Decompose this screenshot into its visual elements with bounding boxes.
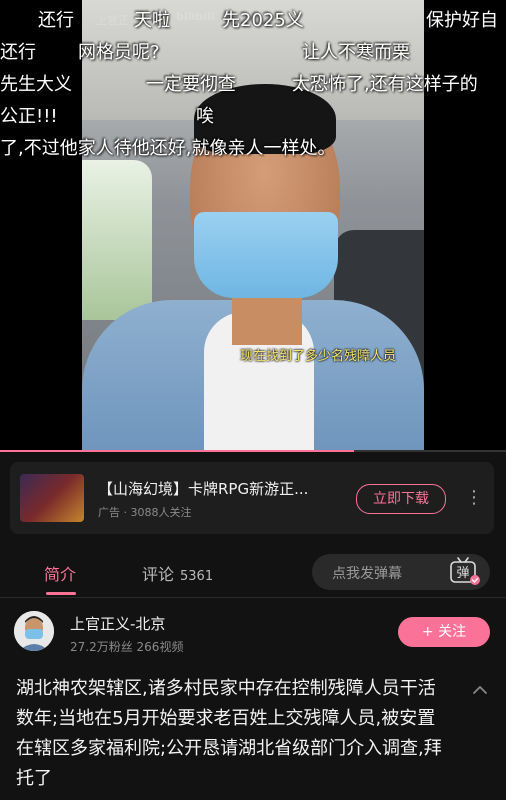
ad-download-button[interactable]: 立即下载 — [356, 484, 446, 514]
video-progress-fill — [0, 450, 355, 452]
follow-button[interactable]: + 关注 — [398, 617, 490, 647]
danmaku-comment: 先生大义 — [0, 74, 72, 95]
tab-comments-label: 评论 — [142, 565, 175, 584]
danmaku-comment: 先2025义 — [222, 10, 304, 31]
ad-thumbnail — [20, 474, 84, 522]
danmaku-comment: 还行 — [38, 10, 74, 31]
section-divider — [0, 597, 506, 598]
danmaku-toggle-icon[interactable]: 弹 — [448, 556, 480, 586]
danmaku-comment: 让人不寒而栗 — [302, 42, 410, 63]
video-frame: 现在找到了多少名残障人员 — [82, 0, 424, 452]
video-description: 湖北神农架辖区,诸多村民家中存在控制残障人员干活数年;当地在5月开始要求老百姓上… — [16, 678, 442, 789]
danmaku-comment: 网格员呢? — [78, 42, 160, 63]
danmaku-comment: 唉 — [196, 106, 214, 127]
ad-title[interactable]: 【山海幻境】卡牌RPG新游正... — [98, 478, 308, 499]
danmaku-comment: 公正!!! — [0, 106, 58, 127]
danmaku-comment: 天啦 — [134, 10, 170, 31]
watermark-user: 上官正 — [96, 14, 129, 27]
tab-intro[interactable]: 简介 — [44, 561, 76, 585]
uploader-name[interactable]: 上官正义-北京 — [70, 613, 165, 634]
video-subtitle: 现在找到了多少名残障人员 — [240, 349, 397, 364]
danmaku-comment: 了,不过他家人待他还好,就像亲人一样处。 — [0, 138, 336, 159]
danmaku-comment: 保护好自 — [426, 10, 498, 31]
face-mask — [194, 212, 338, 298]
video-progress-bar[interactable] — [0, 450, 506, 452]
video-player[interactable]: 现在找到了多少名残障人员 上官正 bilibili 还行 天啦 先2025义 保… — [0, 0, 506, 452]
tab-comments[interactable]: 评论 5361 — [142, 561, 213, 585]
more-vertical-icon[interactable]: ⋮ — [464, 486, 484, 510]
content-tabs: 简介 评论 5361 点我发弹幕 弹 — [0, 544, 506, 598]
ad-card[interactable]: 【山海幻境】卡牌RPG新游正... 广告 · 3088人关注 立即下载 ⋮ — [10, 462, 494, 534]
chevron-up-icon[interactable] — [470, 680, 490, 700]
uploader-stats: 27.2万粉丝 266视频 — [70, 640, 184, 654]
danmaku-input-placeholder: 点我发弹幕 — [332, 566, 402, 582]
danmaku-comment: 太恐怖了,还有这样子的 — [292, 74, 478, 95]
car-window — [82, 160, 152, 320]
avatar[interactable] — [14, 611, 54, 651]
danmaku-comment: 还行 — [0, 42, 36, 63]
comments-count: 5361 — [180, 569, 214, 584]
danmaku-comment: 一定要彻查 — [146, 74, 236, 95]
tab-intro-underline — [46, 592, 76, 595]
ad-meta: 广告 · 3088人关注 — [98, 506, 192, 519]
danmaku-toggle-label: 弹 — [456, 566, 469, 581]
watermark-logo: bilibili — [176, 10, 215, 23]
